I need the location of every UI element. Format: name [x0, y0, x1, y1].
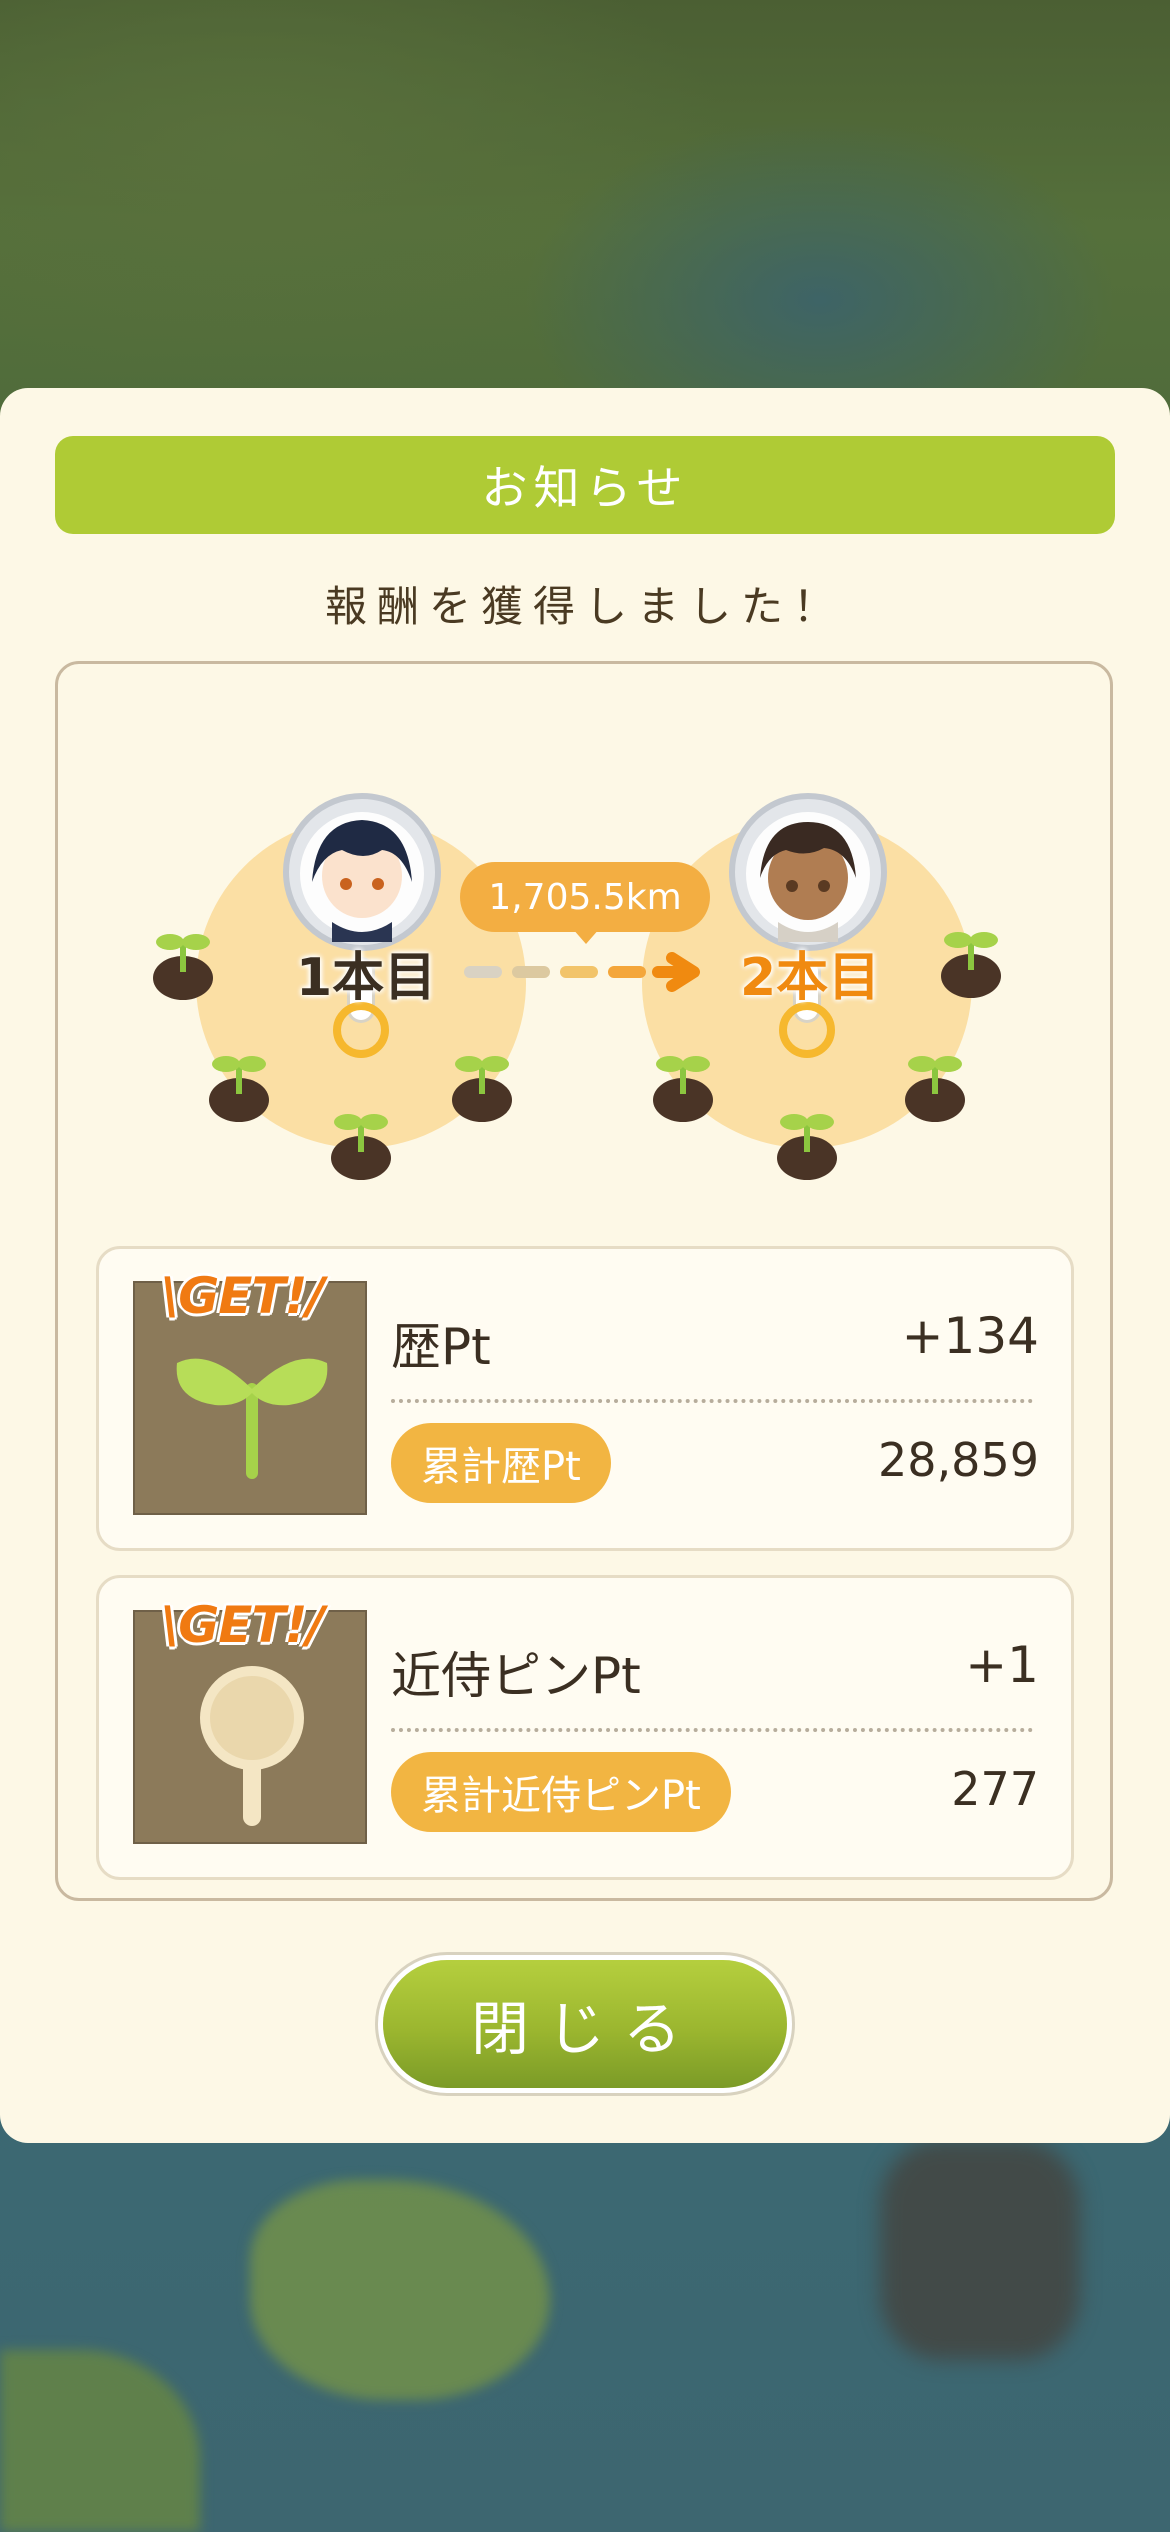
pin-label-first: 1本目: [296, 948, 437, 1008]
pin-ring: [333, 1002, 389, 1058]
total-label: 累計近侍ピンPt: [421, 1773, 701, 1819]
sprout-icon: [905, 1056, 965, 1122]
character-pin-1[interactable]: [282, 792, 442, 952]
sprout-icon: [176, 1358, 328, 1479]
pin-icon: [200, 1666, 304, 1826]
reward-thumbnail: \GET!/: [133, 1267, 367, 1515]
distance-badge-tail: [572, 928, 600, 944]
character-avatar: [729, 793, 887, 951]
map-landmass: [250, 2180, 550, 2400]
reward-value: +134: [901, 1307, 1039, 1365]
dotted-divider: [391, 1728, 1033, 1732]
dotted-divider: [391, 1399, 1033, 1403]
total-label: 累計歴Pt: [421, 1444, 581, 1490]
close-button[interactable]: 閉じる: [383, 1960, 787, 2088]
get-badge: \GET!/: [161, 1596, 325, 1654]
sprout-icon: [331, 1114, 391, 1180]
total-label-pill: 累計歴Pt: [391, 1423, 611, 1503]
sprout-icon: [653, 1056, 713, 1122]
reward-thumbnail: \GET!/: [133, 1596, 367, 1844]
reward-value: +1: [965, 1636, 1039, 1694]
reward-label: 歴Pt: [391, 1318, 491, 1376]
sprout-icon: [209, 1056, 269, 1122]
close-button-label: 閉じる: [470, 1995, 699, 2063]
map-landmass: [0, 2350, 200, 2532]
total-value: 277: [951, 1762, 1039, 1816]
pin-label-second: 2本目: [740, 948, 881, 1008]
character-pin-2[interactable]: [728, 792, 888, 952]
route-arrow: [464, 952, 700, 992]
character-avatar: [283, 793, 441, 951]
sprout-icon: [153, 934, 213, 1000]
reward-card: \GET!/ 歴Pt +134 累計歴Pt 28,859: [96, 1246, 1074, 1551]
total-value: 28,859: [878, 1433, 1039, 1487]
route-illustration: 1本目 2本目 1,705.5km: [0, 0, 1170, 1180]
get-badge: \GET!/: [161, 1267, 325, 1325]
distance-badge: 1,705.5km: [460, 862, 710, 932]
reward-label: 近侍ピンPt: [391, 1647, 641, 1705]
sprout-icon: [452, 1056, 512, 1122]
distance-value: 1,705.5km: [488, 876, 682, 918]
map-feature: [880, 2140, 1080, 2360]
sprout-icon: [777, 1114, 837, 1180]
total-label-pill: 累計近侍ピンPt: [391, 1752, 731, 1832]
sprout-icon: [941, 932, 1001, 998]
pin-ring: [779, 1002, 835, 1058]
reward-card: \GET!/ 近侍ピンPt +1 累計近侍ピンPt 277: [96, 1575, 1074, 1880]
